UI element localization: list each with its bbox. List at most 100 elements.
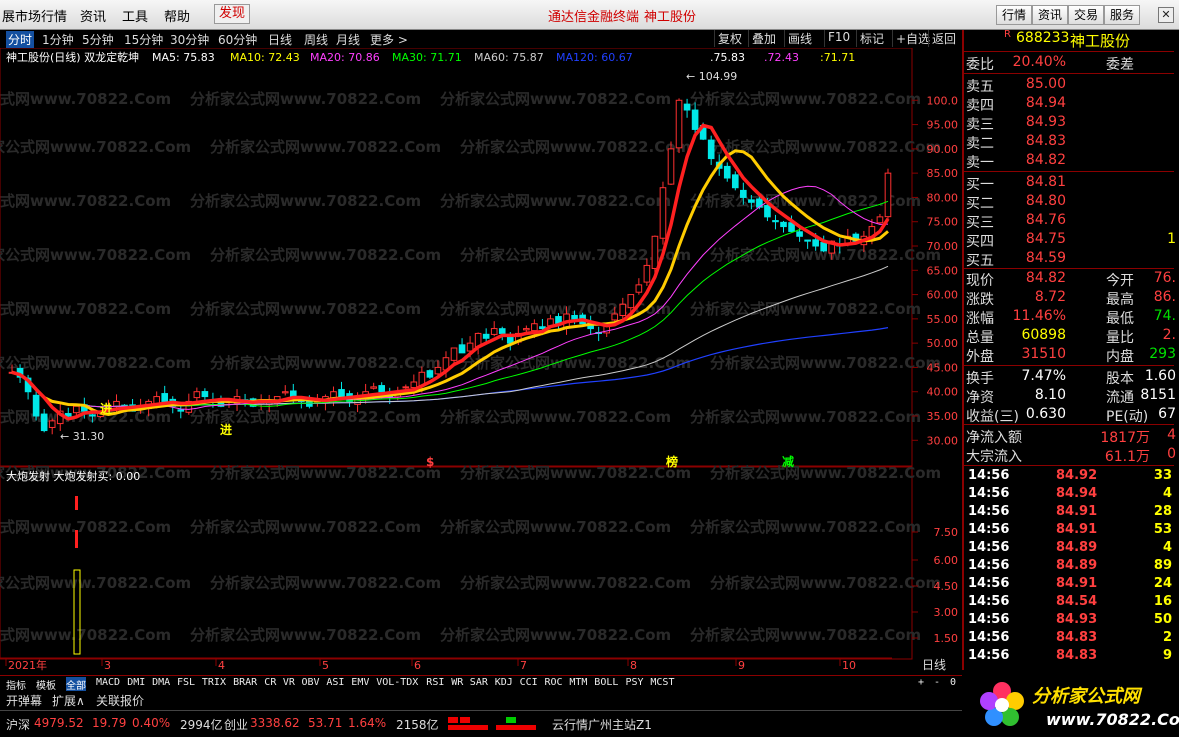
indicator-tab-11[interactable]: OBV — [302, 677, 320, 688]
indicator-tab-5[interactable]: DMA — [152, 677, 170, 688]
toolbar-button-6[interactable]: 返回 — [928, 30, 959, 47]
toolbar-button-5[interactable]: +自选 — [892, 30, 933, 47]
indicator-tab-24[interactable]: MCST — [650, 677, 674, 688]
service-button[interactable]: 服务 — [1104, 5, 1141, 25]
expand-tab[interactable]: 扩展∧ — [52, 692, 85, 709]
period-tab-3[interactable]: 15分钟 — [124, 31, 163, 48]
ma-label: MA10: 72.43 — [230, 51, 300, 64]
indicator-remove-icon[interactable]: - — [934, 677, 940, 688]
candle-body — [683, 103, 691, 111]
ma-label: MA5: 75.83 — [152, 51, 215, 64]
buy-level-5[interactable]: 买五 84.59 — [966, 250, 1176, 269]
period-tab-4[interactable]: 30分钟 — [170, 31, 209, 48]
indicator-tab-10[interactable]: VR — [283, 677, 295, 688]
indicator-add-icon[interactable]: + — [918, 677, 924, 688]
ma-overlay-label: :71.71 — [820, 51, 855, 64]
menu-tools[interactable]: 工具 — [122, 6, 148, 25]
sell-level-5[interactable]: 卖五 85.00 — [966, 76, 1176, 95]
stock-code[interactable]: 688233 — [1016, 30, 1069, 46]
candle-body — [426, 370, 434, 378]
indicator-tab-21[interactable]: MTM — [569, 677, 587, 688]
toolbar-button-2[interactable]: 画线 — [784, 30, 815, 47]
indicator-tab-3[interactable]: MACD — [96, 677, 120, 688]
indicator-tab-22[interactable]: BOLL — [594, 677, 618, 688]
tick-time: 14:56 — [968, 540, 1010, 555]
cy-change: 53.71 — [308, 716, 343, 730]
indicator-tab-17[interactable]: SAR — [470, 677, 488, 688]
menu-news[interactable]: 资讯 — [80, 6, 106, 25]
period-tab-9[interactable]: 更多 > — [370, 31, 408, 48]
sh-label: 沪深 — [6, 718, 31, 732]
quote-button[interactable]: 行情 — [996, 5, 1033, 25]
indicator-tab-16[interactable]: WR — [451, 677, 463, 688]
ma-overlay-label: .75.83 — [710, 51, 745, 64]
news-button[interactable]: 资讯 — [1032, 5, 1069, 25]
candle-body — [498, 328, 506, 334]
stat-label: 涨幅 — [966, 311, 994, 327]
tick-time: 14:56 — [968, 630, 1010, 645]
indicator-tab-18[interactable]: KDJ — [495, 677, 513, 688]
indicator-tab-20[interactable]: ROC — [545, 677, 563, 688]
month-label: 9 — [738, 659, 745, 672]
indicator-tab-4[interactable]: DMI — [127, 677, 145, 688]
indicator-tab-2[interactable]: 全部 — [66, 677, 86, 692]
period-tab-6[interactable]: 日线 — [268, 31, 292, 48]
candle-body — [289, 390, 297, 398]
buy-level-2[interactable]: 买二 84.80 — [966, 193, 1176, 212]
buy-level-4[interactable]: 买四 84.75 1 — [966, 231, 1176, 250]
indicator-tab-1[interactable]: 模板 — [36, 677, 56, 692]
indicator-tab-9[interactable]: CR — [264, 677, 276, 688]
indicator-tab-7[interactable]: TRIX — [202, 677, 226, 688]
tick-volume: 89 — [1153, 558, 1172, 573]
r-tag: R — [1004, 29, 1011, 40]
cy-percent: 1.64% — [348, 716, 387, 730]
sell-level-3[interactable]: 卖三 84.93 — [966, 114, 1176, 133]
indicator-tab-12[interactable]: ASI — [326, 677, 344, 688]
period-tab-0[interactable]: 分时 — [6, 31, 35, 48]
indicator-tab-15[interactable]: RSI — [426, 677, 444, 688]
toolbar-button-4[interactable]: 标记 — [856, 30, 887, 47]
indicator-tab-23[interactable]: PSY — [626, 677, 644, 688]
kline-chart[interactable]: 分析家公式网www.70822.Com 分析家公式网www.70822.Com 分析… — [0, 47, 962, 675]
server-label[interactable]: 云行情广州主站Z1 — [552, 716, 652, 733]
period-tab-2[interactable]: 5分钟 — [82, 31, 114, 48]
trade-button[interactable]: 交易 — [1068, 5, 1105, 25]
buy-level-1[interactable]: 买一 84.81 — [966, 174, 1176, 193]
tick-time: 14:56 — [968, 504, 1010, 519]
sub-tick: 6.00 — [934, 554, 959, 567]
kline-chart-area[interactable]: 分析家公式网www.70822.Com 分析家公式网www.70822.Com 分析… — [0, 47, 962, 678]
toolbar-button-1[interactable]: 叠加 — [748, 30, 779, 47]
menu-discover[interactable]: 发现 — [214, 4, 251, 24]
buy-level-3[interactable]: 买三 84.76 — [966, 212, 1176, 231]
menu-help[interactable]: 帮助 — [164, 6, 190, 25]
related-quote-tab[interactable]: 关联报价 — [96, 692, 144, 709]
period-tab-5[interactable]: 60分钟 — [218, 31, 257, 48]
stat-value: 7.47% — [1021, 368, 1066, 384]
indicator-reset-icon[interactable]: 0 — [950, 677, 956, 688]
indicator-tab-6[interactable]: FSL — [177, 677, 195, 688]
close-icon[interactable]: ✕ — [1158, 7, 1174, 23]
sell-level-2[interactable]: 卖二 84.83 — [966, 133, 1176, 152]
indicator-tab-0[interactable]: 指标 — [6, 677, 26, 692]
danmu-tab[interactable]: 开弹幕 — [6, 692, 42, 709]
cy-index-value[interactable]: 3338.62 — [250, 716, 300, 730]
period-tab-8[interactable]: 月线 — [336, 31, 360, 48]
period-tab-7[interactable]: 周线 — [304, 31, 328, 48]
indicator-tab-13[interactable]: EMV — [351, 677, 369, 688]
period-tab-1[interactable]: 1分钟 — [42, 31, 74, 48]
toolbar-button-3[interactable]: F10 — [824, 30, 853, 47]
toolbar-button-0[interactable]: 复权 — [714, 30, 745, 47]
indicator-tab-14[interactable]: VOL-TDX — [376, 677, 418, 688]
indicator-tab-19[interactable]: CCI — [520, 677, 538, 688]
candle-body — [796, 231, 803, 237]
menu-market[interactable]: 展市场行情 — [2, 6, 67, 25]
stock-name[interactable]: 神工股份 — [1070, 30, 1130, 51]
sell-level-4[interactable]: 卖四 84.94 — [966, 95, 1176, 114]
price-tick: 85.00 — [927, 167, 959, 180]
sell-label: 卖五 — [966, 79, 994, 95]
period-tag[interactable]: 日线 — [922, 658, 946, 672]
sh-index-value[interactable]: 4979.52 — [34, 716, 84, 730]
watermark-text: 分析家公式网www.70822.Com — [690, 300, 921, 318]
indicator-tab-8[interactable]: BRAR — [233, 677, 257, 688]
sell-level-1[interactable]: 卖一 84.82 — [966, 152, 1176, 171]
